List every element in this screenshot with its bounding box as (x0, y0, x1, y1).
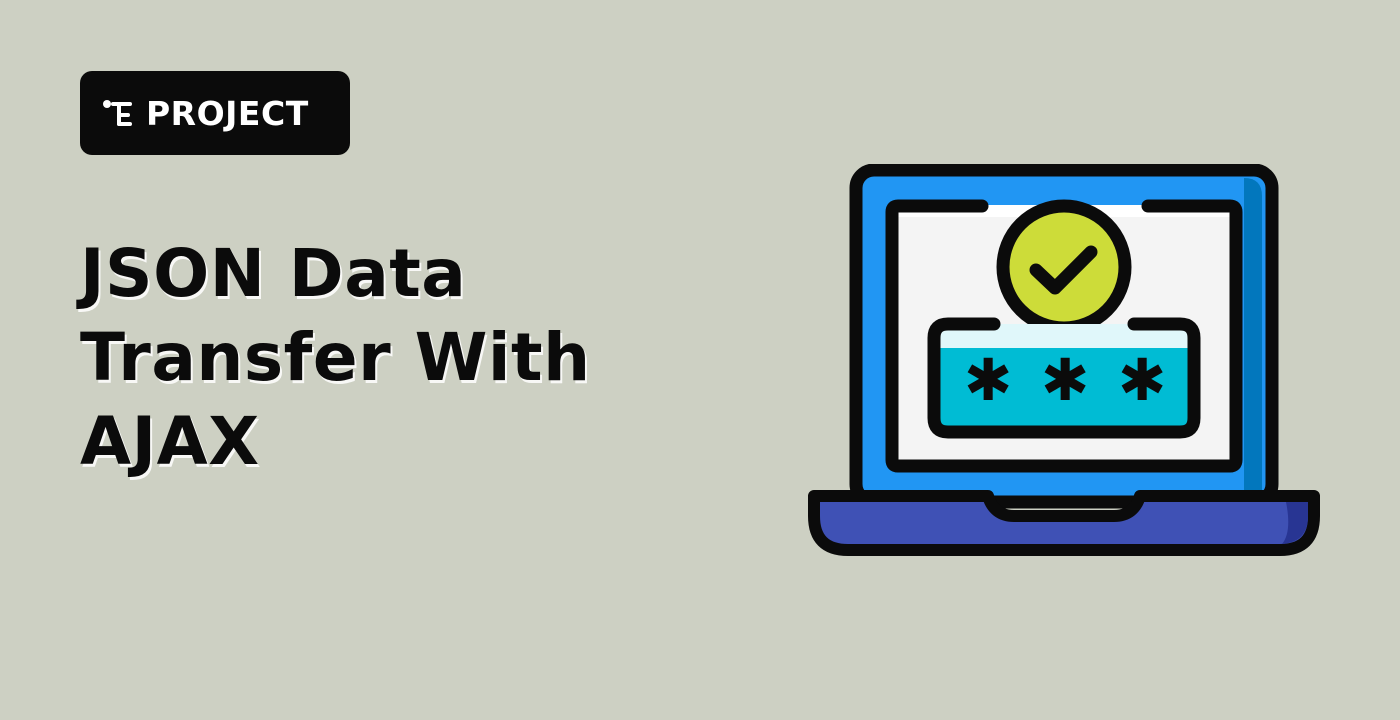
check-circle-icon (996, 199, 1132, 335)
title-line-2: Transfer With (80, 319, 591, 396)
mask-char-1: ✱ (964, 346, 1013, 414)
badge-label: PROJECT (146, 93, 309, 133)
project-tree-icon (103, 100, 132, 126)
mask-char-3: ✱ (1118, 346, 1167, 414)
title-line-3: AJAX (80, 403, 260, 480)
password-mask: ✱ ✱ ✱ (964, 346, 1167, 414)
title-line-1: JSON Data (80, 235, 467, 312)
laptop-password-illustration: ✱ ✱ ✱ (808, 164, 1320, 556)
mask-char-2: ✱ (1041, 346, 1090, 414)
page-title: JSON Data Transfer With AJAX (80, 232, 700, 484)
project-badge: PROJECT (80, 71, 350, 155)
